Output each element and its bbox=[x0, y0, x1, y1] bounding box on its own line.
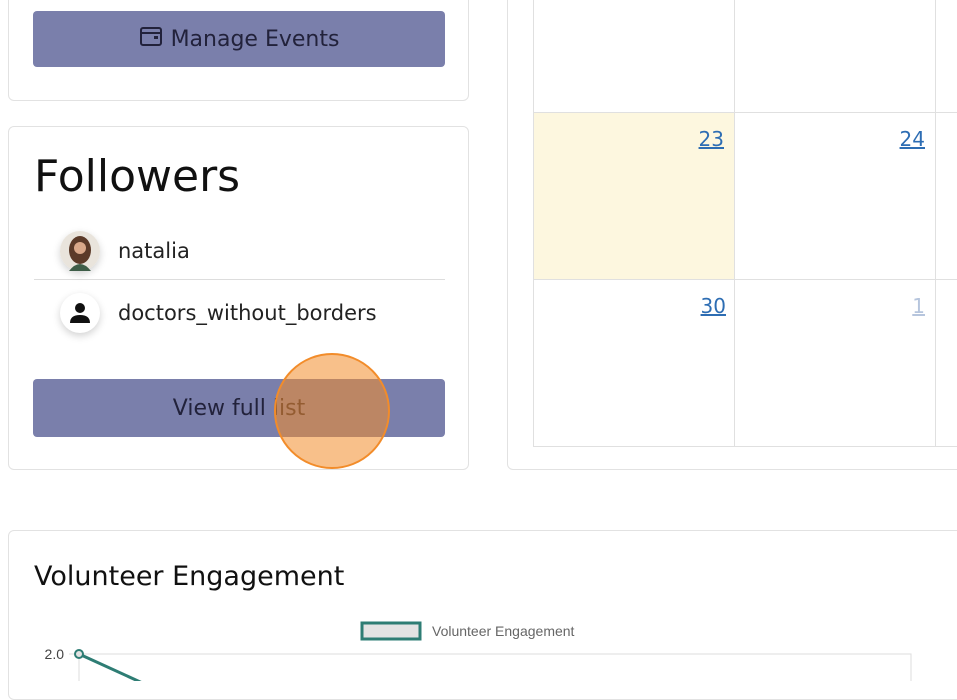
person-icon bbox=[70, 303, 90, 323]
legend-label[interactable]: Volunteer Engagement bbox=[432, 623, 575, 639]
avatar bbox=[60, 293, 100, 333]
calendar-cell[interactable]: 24 bbox=[735, 113, 936, 280]
calendar-cell[interactable] bbox=[936, 113, 957, 280]
events-card: Manage Events bbox=[8, 0, 469, 101]
calendar-cell[interactable] bbox=[735, 0, 936, 113]
follower-name[interactable]: doctors_without_borders bbox=[118, 301, 377, 325]
y-tick-label: 2.0 bbox=[45, 646, 65, 662]
manage-events-button[interactable]: Manage Events bbox=[33, 11, 445, 67]
day-number[interactable]: 23 bbox=[699, 127, 724, 151]
engagement-chart: Volunteer Engagement 2.0 bbox=[45, 621, 912, 681]
manage-events-label: Manage Events bbox=[170, 26, 340, 52]
day-number[interactable]: 1 bbox=[912, 294, 925, 318]
calendar-card: 23 24 30 1 bbox=[507, 0, 957, 470]
chart-card: Volunteer Engagement Volunteer Engagemen… bbox=[8, 530, 957, 700]
day-number[interactable]: 24 bbox=[900, 127, 925, 151]
data-point[interactable] bbox=[74, 649, 84, 659]
calendar-cell[interactable] bbox=[534, 0, 735, 113]
legend-swatch[interactable] bbox=[360, 621, 422, 641]
follower-item[interactable]: natalia bbox=[34, 223, 445, 280]
followers-title: Followers bbox=[34, 151, 241, 202]
plot-area bbox=[78, 653, 912, 681]
calendar-cell[interactable] bbox=[936, 0, 957, 113]
series-line bbox=[78, 652, 142, 681]
day-number[interactable]: 30 bbox=[701, 294, 726, 318]
calendar-cell[interactable]: 30 bbox=[534, 280, 735, 447]
calendar-cell[interactable] bbox=[936, 280, 957, 447]
user-photo-icon bbox=[60, 231, 100, 271]
calendar-icon bbox=[139, 25, 163, 53]
follower-name[interactable]: natalia bbox=[118, 239, 190, 263]
follower-item[interactable]: doctors_without_borders bbox=[34, 285, 445, 341]
calendar-cell[interactable]: 1 bbox=[735, 280, 936, 447]
click-indicator bbox=[274, 353, 390, 469]
followers-card: Followers natalia doctors_without_border… bbox=[8, 126, 469, 470]
avatar bbox=[60, 231, 100, 271]
calendar-grid: 23 24 30 1 bbox=[533, 0, 957, 447]
calendar-cell-today[interactable]: 23 bbox=[534, 113, 735, 280]
